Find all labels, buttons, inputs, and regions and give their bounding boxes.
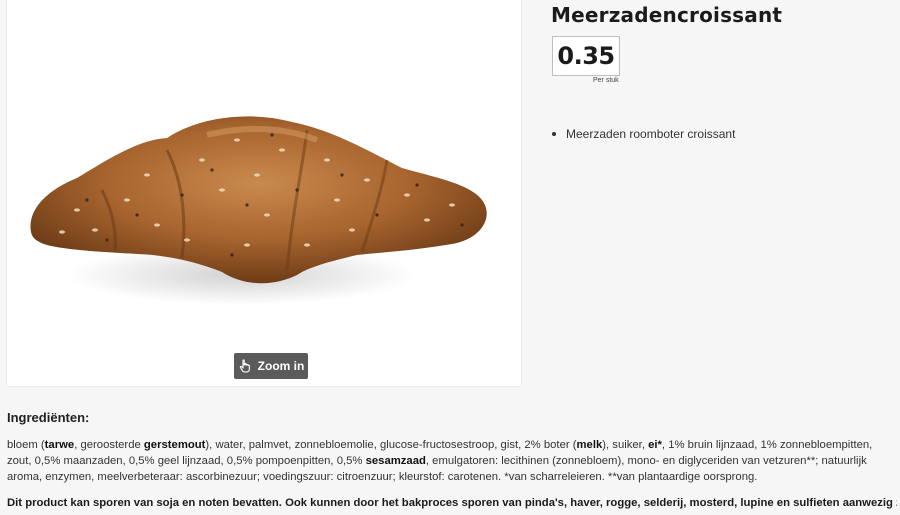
- allergen-segment: ei*: [648, 439, 662, 451]
- allergen-segment: sesamzaad: [365, 455, 426, 467]
- ingredient-segment: ), suiker,: [602, 439, 649, 451]
- ingredient-segment: bloem (: [7, 439, 45, 451]
- bullet-icon: [552, 132, 556, 136]
- zoom-in-label: Zoom in: [257, 359, 305, 373]
- allergen-segment: melk: [576, 439, 603, 451]
- price-value: 0.35: [557, 42, 615, 70]
- allergen-segment: tarwe: [44, 439, 75, 451]
- price-unit: Per stuk: [593, 77, 619, 84]
- ingredient-segment: , geroosterde: [74, 439, 144, 451]
- product-title: Meerzadencroissant: [551, 3, 783, 27]
- allergen-segment: gerstemout: [143, 439, 206, 451]
- zoom-in-button[interactable]: Zoom in: [234, 353, 308, 379]
- feature-list: Meerzaden roomboter croissant: [552, 127, 735, 141]
- feature-text: Meerzaden roomboter croissant: [566, 127, 736, 141]
- ingredients-heading: Ingrediënten:: [7, 410, 90, 425]
- feature-item: Meerzaden roomboter croissant: [552, 127, 735, 141]
- hand-pointer-icon: [239, 359, 250, 373]
- ingredients-text: bloem (tarwe, geroosterde gerstemout), w…: [7, 437, 895, 485]
- croissant-photo: [30, 116, 487, 305]
- product-image-card[interactable]: Zoom in: [7, 0, 521, 386]
- price-box: 0.35: [552, 36, 620, 76]
- ingredient-segment: ), water, palmvet, zonnebloemolie, gluco…: [205, 439, 577, 451]
- allergen-note: Dit product kan sporen van soja en noten…: [7, 497, 897, 509]
